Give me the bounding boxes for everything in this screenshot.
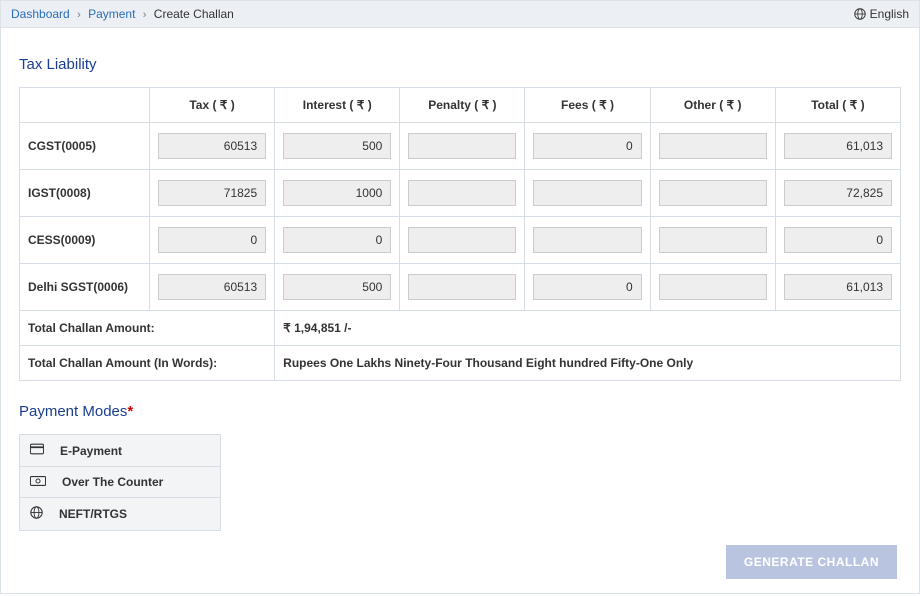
row-label: IGST(0008) xyxy=(20,170,150,217)
payment-mode-epayment[interactable]: E-Payment xyxy=(20,435,220,467)
payment-mode-label: NEFT/RTGS xyxy=(59,507,127,521)
col-tax: Tax ( ₹ ) xyxy=(150,88,275,123)
language-label: English xyxy=(870,1,909,27)
breadcrumb-current: Create Challan xyxy=(154,7,234,21)
col-other: Other ( ₹ ) xyxy=(650,88,775,123)
payment-modes-heading: Payment Modes* xyxy=(19,403,901,420)
cell-other xyxy=(650,123,775,170)
other-input[interactable] xyxy=(659,227,767,253)
cell-other xyxy=(650,264,775,311)
cell-fees xyxy=(525,123,650,170)
fees-input[interactable] xyxy=(533,133,641,159)
total-input xyxy=(784,180,892,206)
total-challan-amount-label: Total Challan Amount: xyxy=(20,311,275,346)
payment-mode-label: E-Payment xyxy=(60,444,122,458)
content: Tax Liability Tax ( ₹ ) Interest ( ₹ ) P… xyxy=(1,28,919,593)
cell-tax xyxy=(150,217,275,264)
required-asterisk: * xyxy=(127,403,133,420)
cell-penalty xyxy=(400,264,525,311)
breadcrumb-payment[interactable]: Payment xyxy=(88,7,135,21)
cell-tax xyxy=(150,264,275,311)
cell-other xyxy=(650,217,775,264)
cell-penalty xyxy=(400,123,525,170)
cell-total xyxy=(775,217,900,264)
tax-input[interactable] xyxy=(158,180,266,206)
cell-total xyxy=(775,123,900,170)
cell-interest xyxy=(275,264,400,311)
cell-penalty xyxy=(400,170,525,217)
col-blank xyxy=(20,88,150,123)
globe-icon xyxy=(854,8,866,20)
interest-input[interactable] xyxy=(283,180,391,206)
payment-modes-list: E-Payment Over The Counter NEFT/RTGS xyxy=(19,434,221,531)
interest-input[interactable] xyxy=(283,227,391,253)
penalty-input[interactable] xyxy=(408,180,516,206)
cell-tax xyxy=(150,170,275,217)
table-row: Delhi SGST(0006) xyxy=(20,264,901,311)
table-row: CGST(0005) xyxy=(20,123,901,170)
cell-interest xyxy=(275,123,400,170)
interest-input[interactable] xyxy=(283,274,391,300)
page-container: Dashboard › Payment › Create Challan Eng… xyxy=(0,0,920,594)
language-switcher[interactable]: English xyxy=(854,1,909,27)
fees-input[interactable] xyxy=(533,180,641,206)
summary-amount-row: Total Challan Amount: ₹ 1,94,851 /- xyxy=(20,311,901,346)
cash-icon xyxy=(30,475,54,489)
breadcrumb: Dashboard › Payment › Create Challan xyxy=(11,1,234,28)
penalty-input[interactable] xyxy=(408,274,516,300)
payment-modes-heading-text: Payment Modes xyxy=(19,403,127,420)
total-challan-amount-value: ₹ 1,94,851 /- xyxy=(275,311,901,346)
cell-interest xyxy=(275,170,400,217)
fees-input[interactable] xyxy=(533,274,641,300)
row-label: CESS(0009) xyxy=(20,217,150,264)
total-challan-words-label: Total Challan Amount (In Words): xyxy=(20,346,275,381)
penalty-input[interactable] xyxy=(408,227,516,253)
cell-other xyxy=(650,170,775,217)
other-input[interactable] xyxy=(659,274,767,300)
table-header-row: Tax ( ₹ ) Interest ( ₹ ) Penalty ( ₹ ) F… xyxy=(20,88,901,123)
cell-fees xyxy=(525,264,650,311)
col-penalty: Penalty ( ₹ ) xyxy=(400,88,525,123)
row-label: CGST(0005) xyxy=(20,123,150,170)
col-fees: Fees ( ₹ ) xyxy=(525,88,650,123)
fees-input[interactable] xyxy=(533,227,641,253)
cell-penalty xyxy=(400,217,525,264)
interest-input[interactable] xyxy=(283,133,391,159)
tax-input[interactable] xyxy=(158,133,266,159)
cell-total xyxy=(775,170,900,217)
tax-liability-heading: Tax Liability xyxy=(19,56,901,73)
generate-challan-button[interactable]: GENERATE CHALLAN xyxy=(726,545,897,579)
penalty-input[interactable] xyxy=(408,133,516,159)
breadcrumb-sep: › xyxy=(77,9,81,21)
total-input xyxy=(784,133,892,159)
col-interest: Interest ( ₹ ) xyxy=(275,88,400,123)
cell-fees xyxy=(525,217,650,264)
other-input[interactable] xyxy=(659,133,767,159)
cell-fees xyxy=(525,170,650,217)
payment-mode-label: Over The Counter xyxy=(62,475,163,489)
breadcrumb-sep: › xyxy=(143,9,147,21)
col-total: Total ( ₹ ) xyxy=(775,88,900,123)
payment-mode-otc[interactable]: Over The Counter xyxy=(20,467,220,498)
cell-total xyxy=(775,264,900,311)
cell-tax xyxy=(150,123,275,170)
button-row: GENERATE CHALLAN xyxy=(19,545,901,579)
tax-input[interactable] xyxy=(158,274,266,300)
table-row: IGST(0008) xyxy=(20,170,901,217)
summary-words-row: Total Challan Amount (In Words): Rupees … xyxy=(20,346,901,381)
breadcrumb-dashboard[interactable]: Dashboard xyxy=(11,7,70,21)
table-row: CESS(0009) xyxy=(20,217,901,264)
cell-interest xyxy=(275,217,400,264)
card-icon xyxy=(30,443,52,458)
total-challan-words-value: Rupees One Lakhs Ninety-Four Thousand Ei… xyxy=(275,346,901,381)
globe-icon xyxy=(30,506,51,522)
topbar: Dashboard › Payment › Create Challan Eng… xyxy=(1,1,919,28)
other-input[interactable] xyxy=(659,180,767,206)
tax-input[interactable] xyxy=(158,227,266,253)
row-label: Delhi SGST(0006) xyxy=(20,264,150,311)
payment-mode-neft[interactable]: NEFT/RTGS xyxy=(20,498,220,530)
total-input xyxy=(784,274,892,300)
tax-liability-table: Tax ( ₹ ) Interest ( ₹ ) Penalty ( ₹ ) F… xyxy=(19,87,901,381)
total-input xyxy=(784,227,892,253)
